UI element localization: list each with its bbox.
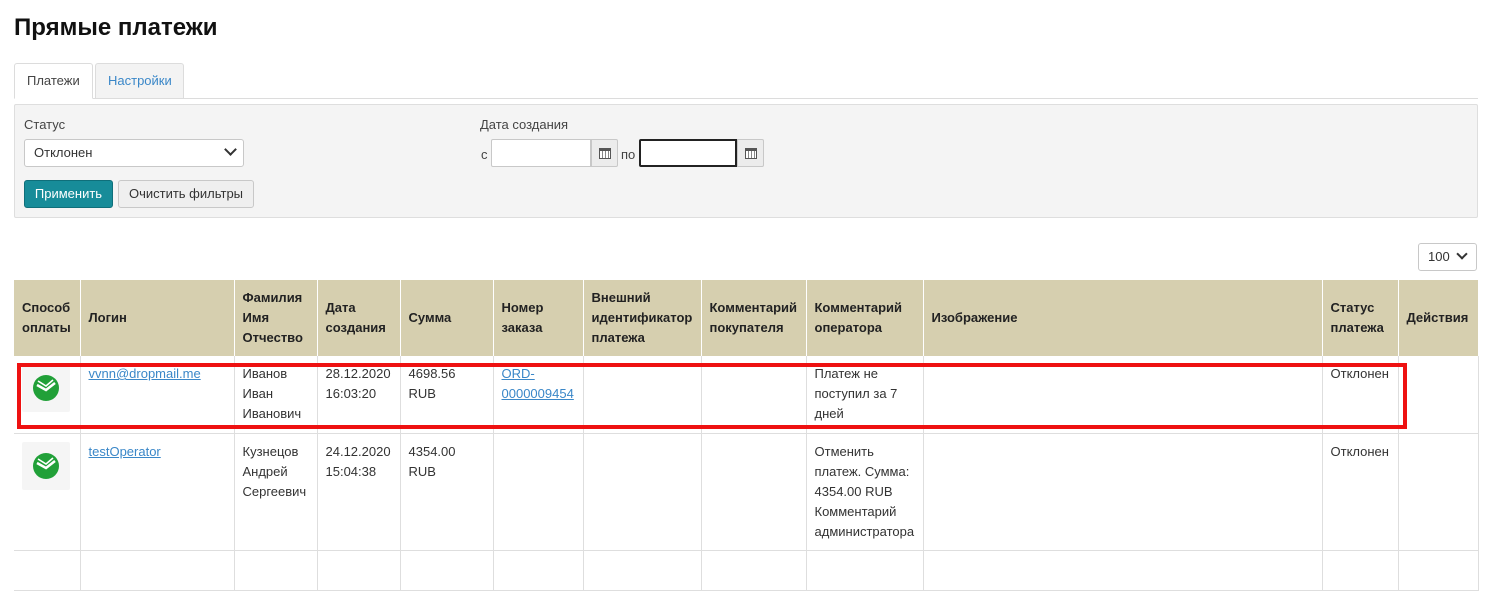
comment-line: дней [814,406,844,421]
login-link[interactable]: vvnn@dropmail.me [89,366,201,381]
payment-method-cell [14,433,81,551]
date-to-label: по [621,147,636,162]
image-cell [923,433,1323,551]
filter-panel: Статус Отклонен Дата создания с по Приме… [14,104,1478,218]
name-cell: Кузнецов Андрей Сергеевич [234,433,318,551]
last-name: Иванов [242,366,288,381]
comment-line: Комментарий [814,503,897,519]
comment-line: администратора [814,523,915,539]
column-header: Комментарий оператора [806,280,924,356]
clear-filters-button[interactable]: Очистить фильтры [118,180,254,208]
external-id-cell [583,433,702,551]
calendar-icon [745,148,757,159]
chevron-down-icon [1456,248,1468,260]
date-from-calendar-button[interactable] [591,139,618,167]
login-cell: testOperator [80,433,235,551]
date-cell: 24.12.2020 15:04:38 [317,433,401,551]
column-header: Статус платежа [1322,280,1399,356]
tabs-bar: Платежи Настройки [14,63,1478,99]
actions-cell [1398,433,1479,551]
status-select-value: Отклонен [34,145,93,160]
chevron-down-icon [224,143,237,156]
order-link[interactable]: ORD- 0000009454 [502,366,574,401]
per-page-value: 100 [1428,249,1450,264]
date-to-calendar-button[interactable] [737,139,764,167]
comment-line: 4354.00 RUB [814,483,893,499]
date-text: 24.12.2020 [325,443,391,459]
column-header: Фамилия Имя Отчество [234,280,318,356]
payment-method-cell [14,550,81,591]
comment-line: Отменить [814,443,874,459]
page-title: Прямые платежи [14,14,218,41]
image-cell [923,356,1323,434]
date-from-label: с [481,147,488,162]
status-select[interactable]: Отклонен [24,139,244,167]
buyer-comment-cell [701,433,807,551]
order-cell [493,433,584,551]
sberbank-logo-icon [22,364,70,412]
column-header: Дата создания [317,280,401,356]
calendar-icon [599,148,611,159]
column-header: Изображение [923,280,1323,356]
sum-currency: RUB [408,463,436,479]
status-filter-label: Статус [24,117,66,132]
table-row: testOperator Кузнецов Андрей Сергеевич 2… [14,433,1479,551]
patronymic: Иванович [242,406,302,421]
column-header: Внешний идентификатор платежа [583,280,702,356]
tab-payments[interactable]: Платежи [14,63,93,99]
date-from-input[interactable] [491,139,591,167]
sum-currency: RUB [408,386,436,401]
date-to-input[interactable] [639,139,737,167]
per-page-select[interactable]: 100 [1418,243,1477,271]
name-cell: Иванов Иван Иванович [234,356,318,434]
apply-button[interactable]: Применить [24,180,113,208]
login-link[interactable]: testOperator [89,444,161,459]
date-cell: 28.12.2020 16:03:20 [317,356,401,434]
column-header: Действия [1398,280,1478,356]
comment-line: платеж. Сумма: [814,463,910,479]
status-cell: Отклонен [1322,433,1399,551]
status-cell: Отклонен [1322,356,1399,434]
operator-comment-cell: Отменить платеж. Сумма: 4354.00 RUB Комм… [806,433,924,551]
column-header: Способ оплаты [14,280,81,356]
date-filter-label: Дата создания [480,117,569,132]
actions-cell [1398,356,1479,434]
table-row [14,550,1479,591]
operator-comment-cell: Платеж не поступил за 7 дней [806,356,924,434]
column-header: Логин [80,280,235,356]
last-name: Кузнецов [242,443,299,459]
external-id-cell [583,356,702,434]
table-row: vvnn@dropmail.me Иванов Иван Иванович 28… [14,356,1479,434]
buyer-comment-cell [701,356,807,434]
time-text: 16:03:20 [325,386,377,401]
tab-settings[interactable]: Настройки [95,63,184,99]
patronymic: Сергеевич [242,483,307,499]
time-text: 15:04:38 [325,463,377,479]
sum-cell: 4698.56 RUB [400,356,494,434]
date-text: 28.12.2020 [325,366,391,381]
order-link-part[interactable]: ORD- [502,366,535,381]
column-header: Комментарий покупателя [701,280,807,356]
sum-cell: 4354.00 RUB [400,433,494,551]
first-name: Иван [242,386,274,401]
sberbank-logo-icon [22,441,70,490]
order-cell: ORD- 0000009454 [493,356,584,434]
column-header: Сумма [400,280,494,356]
order-link-part[interactable]: 0000009454 [502,386,574,401]
comment-line: поступил за 7 [814,386,898,401]
table-header-row: Способ оплаты Логин Фамилия Имя Отчество… [14,280,1478,356]
comment-line: Платеж не [814,366,878,381]
payments-table: Способ оплаты Логин Фамилия Имя Отчество… [14,280,1479,591]
first-name: Андрей [242,463,288,479]
column-header: Номер заказа [493,280,584,356]
sum-value: 4354.00 [408,443,456,459]
sum-value: 4698.56 [408,366,456,381]
payment-method-cell [14,356,81,434]
login-cell: vvnn@dropmail.me [80,356,235,434]
